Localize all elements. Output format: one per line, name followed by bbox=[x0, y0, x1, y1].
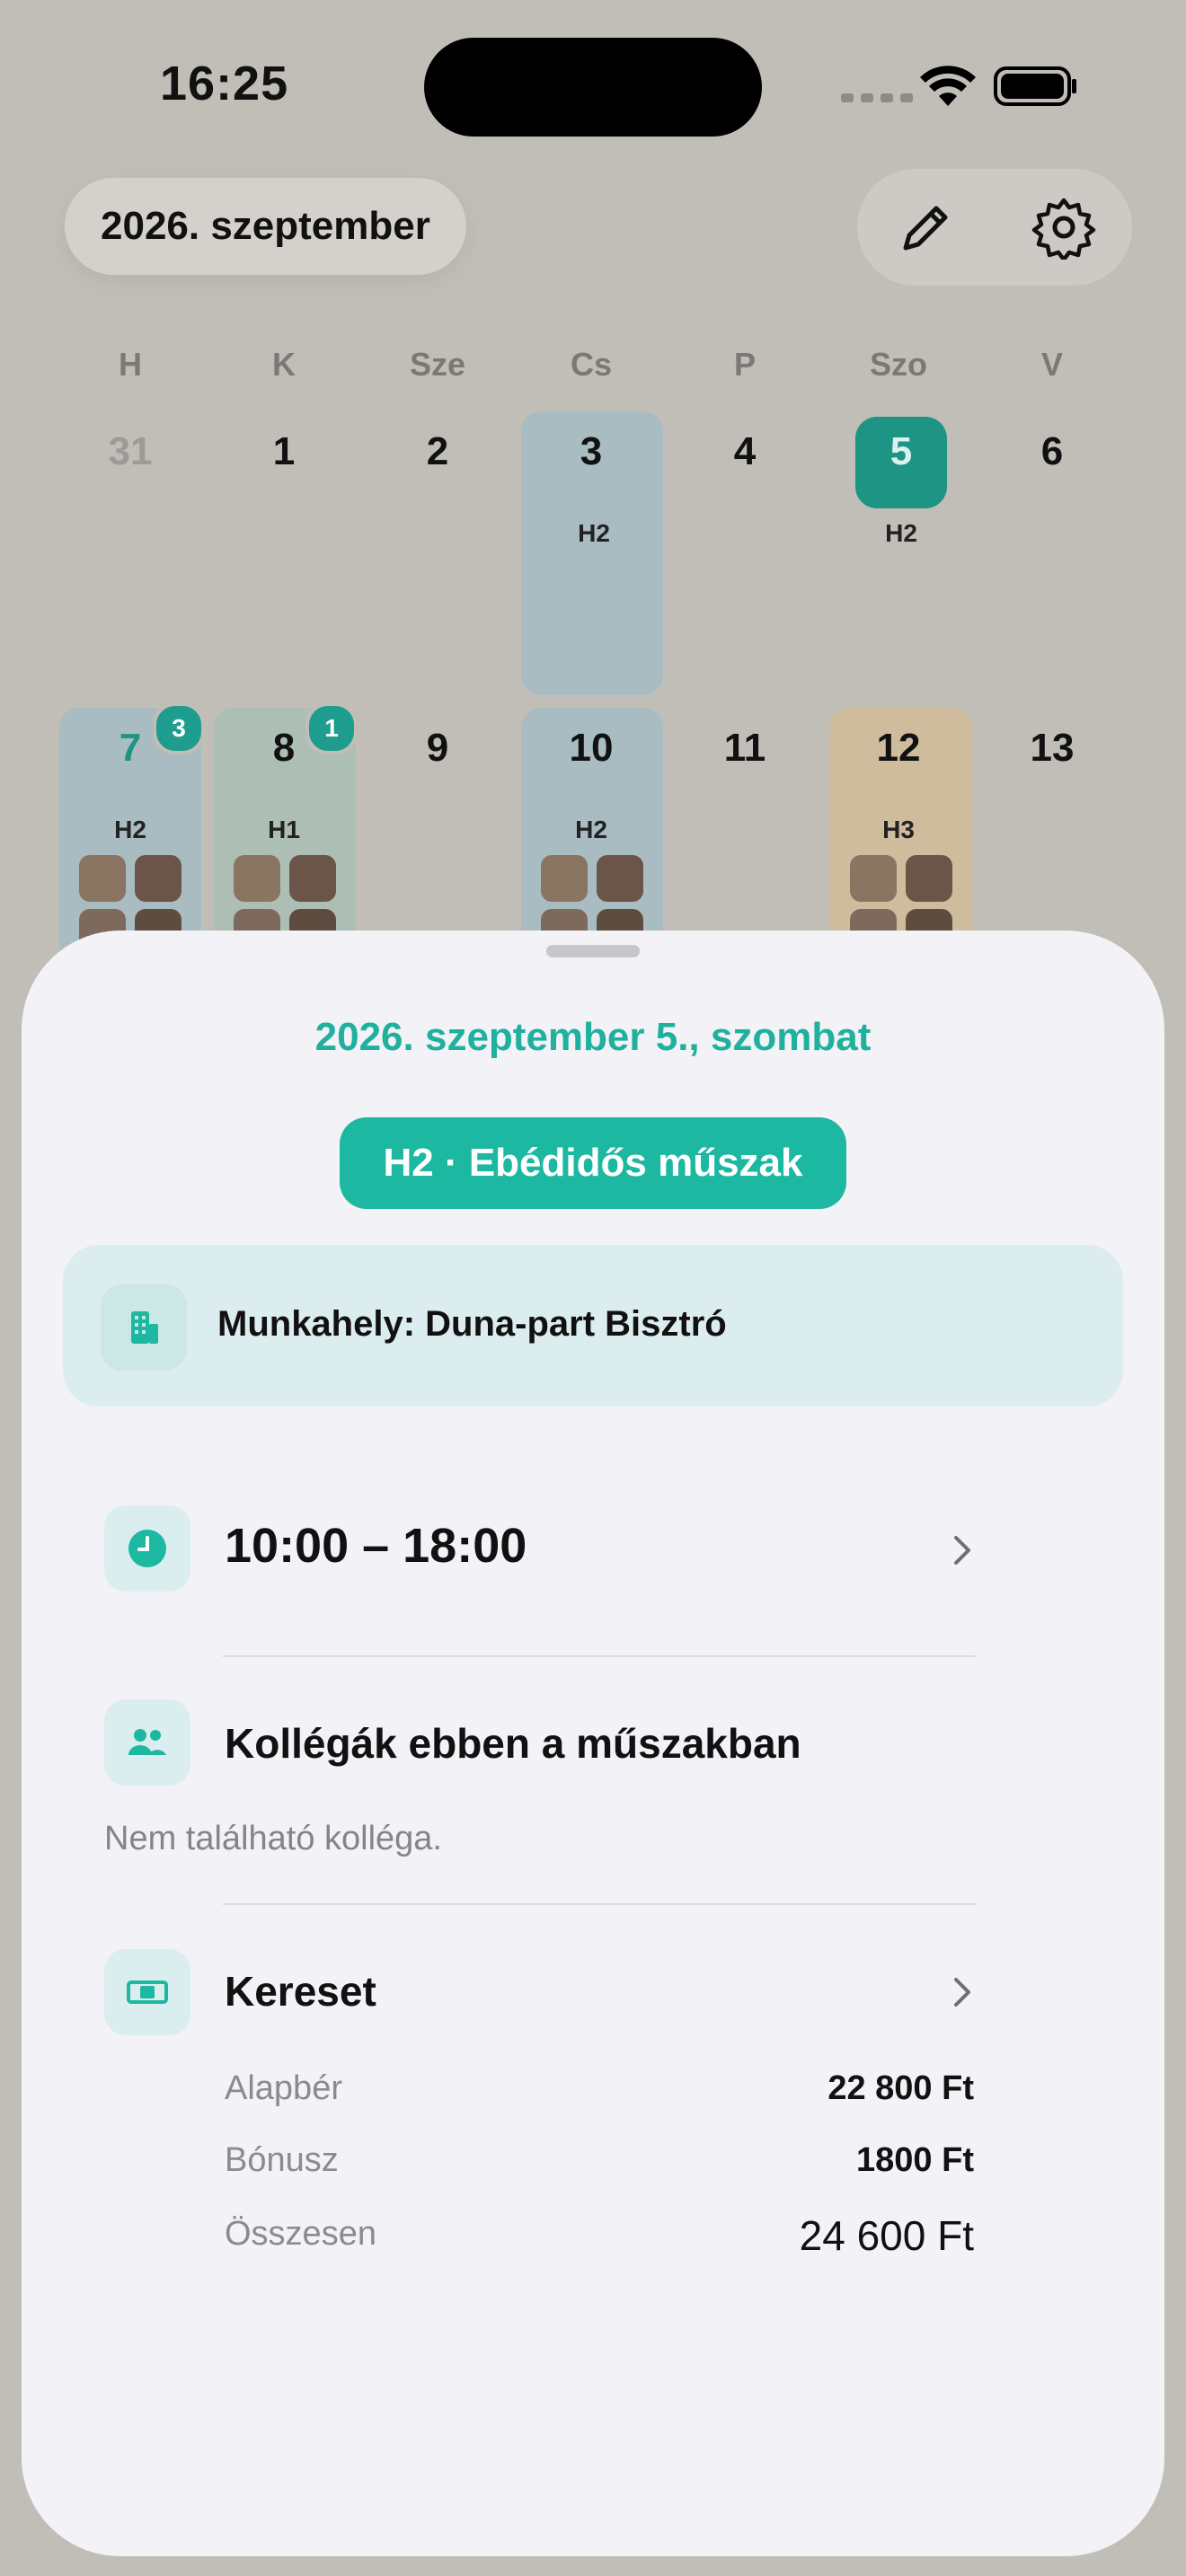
avatar bbox=[289, 855, 336, 902]
avatar bbox=[906, 855, 952, 902]
day-number[interactable]: 9 bbox=[361, 726, 514, 771]
chevron-right-icon[interactable] bbox=[945, 1532, 981, 1568]
weekday-label: H bbox=[119, 346, 142, 383]
day-number[interactable]: 11 bbox=[668, 726, 821, 771]
workplace-label: Munkahely: Duna-part Bisztró bbox=[217, 1304, 727, 1344]
weekday-label: V bbox=[1040, 346, 1063, 383]
chevron-right-icon[interactable] bbox=[945, 1974, 981, 2010]
base-pay-value: 22 800 Ft bbox=[828, 2069, 974, 2107]
building-icon bbox=[101, 1284, 187, 1371]
shift-code-label: H2 bbox=[885, 519, 917, 547]
day-number[interactable]: 1 bbox=[208, 429, 360, 474]
banknote-icon bbox=[104, 1949, 190, 2035]
day-number-selected[interactable]: 5 bbox=[825, 429, 978, 474]
weekday-label: Szo bbox=[869, 346, 927, 383]
dynamic-island bbox=[424, 38, 762, 137]
shift-code-label: H2 bbox=[114, 816, 146, 843]
earnings-title[interactable]: Kereset bbox=[225, 1967, 376, 2016]
clock-icon bbox=[104, 1505, 190, 1592]
day-number[interactable]: 4 bbox=[668, 429, 821, 474]
weekday-label: P bbox=[733, 346, 756, 383]
wifi-icon bbox=[920, 66, 976, 106]
gear-icon bbox=[1031, 198, 1095, 260]
edit-button[interactable] bbox=[877, 178, 976, 277]
avatar bbox=[135, 855, 181, 902]
header-actions bbox=[857, 169, 1132, 286]
shift-time-range[interactable]: 10:00 – 18:00 bbox=[225, 1518, 527, 1574]
cellular-signal-icon bbox=[841, 93, 913, 102]
avatar bbox=[234, 855, 280, 902]
battery-icon bbox=[994, 66, 1076, 106]
pencil-icon bbox=[903, 206, 947, 251]
shift-code-label: H2 bbox=[575, 816, 607, 843]
settings-button[interactable] bbox=[1014, 178, 1113, 277]
shift-chip: H2 · Ebédidős műszak bbox=[340, 1117, 846, 1209]
avatar bbox=[541, 855, 588, 902]
day-number[interactable]: 2 bbox=[361, 429, 514, 474]
avatar bbox=[79, 855, 126, 902]
day-number[interactable]: 13 bbox=[976, 726, 1128, 771]
weekday-label: Cs bbox=[570, 346, 613, 383]
avatar bbox=[850, 855, 897, 902]
status-icons bbox=[841, 66, 1076, 106]
total-label: Összesen bbox=[225, 2215, 376, 2253]
base-pay-label: Alapbér bbox=[225, 2069, 342, 2107]
month-selector-button[interactable]: 2026. szeptember bbox=[65, 178, 466, 275]
sheet-date-title: 2026. szeptember 5., szombat bbox=[314, 1015, 872, 1059]
day-number[interactable]: 31 bbox=[54, 429, 207, 474]
shift-code-label: H1 bbox=[268, 816, 300, 843]
bonus-label: Bónusz bbox=[225, 2141, 339, 2179]
divider bbox=[223, 1903, 976, 1905]
total-value: 24 600 Ft bbox=[799, 2212, 974, 2259]
day-number[interactable]: 6 bbox=[976, 429, 1128, 474]
colleagues-empty-text: Nem található kolléga. bbox=[104, 1820, 442, 1857]
day-number[interactable]: 10 bbox=[515, 726, 668, 771]
day-number[interactable]: 12 bbox=[822, 726, 975, 771]
colleague-count-badge: 1 bbox=[305, 702, 358, 754]
day-number[interactable]: 3 bbox=[515, 429, 668, 474]
shift-code-label: H3 bbox=[882, 816, 915, 843]
colleague-count-badge: 3 bbox=[153, 702, 205, 754]
weekday-label: K bbox=[272, 346, 296, 383]
status-time: 16:25 bbox=[160, 57, 289, 110]
bonus-value: 1800 Ft bbox=[856, 2141, 974, 2179]
divider bbox=[223, 1655, 976, 1657]
shift-code-label: H2 bbox=[578, 519, 610, 547]
people-icon bbox=[104, 1699, 190, 1786]
avatar bbox=[597, 855, 643, 902]
colleagues-title: Kollégák ebben a műszakban bbox=[225, 1720, 801, 1767]
sheet-grabber[interactable] bbox=[546, 945, 640, 957]
weekday-label: Sze bbox=[409, 346, 466, 383]
